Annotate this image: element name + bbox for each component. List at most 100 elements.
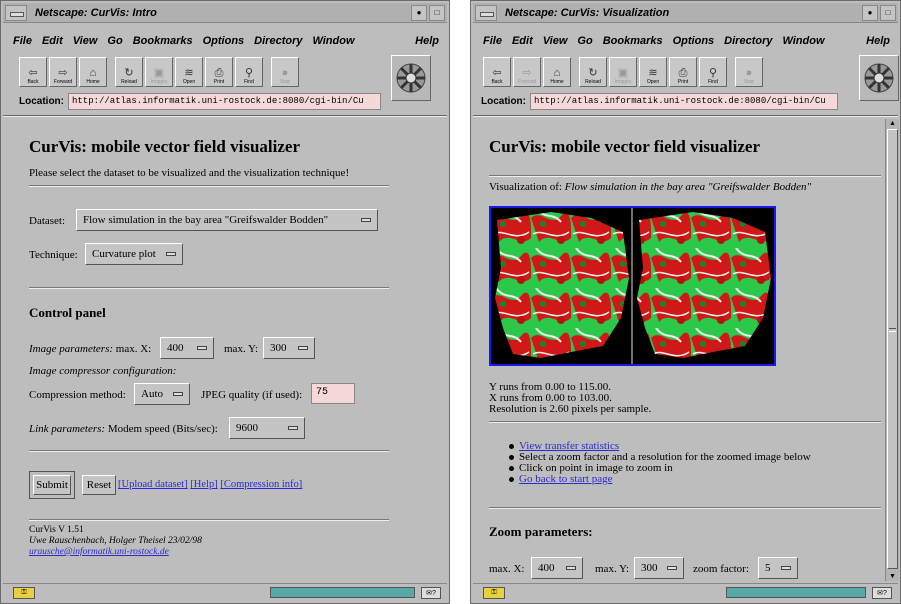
resolution-text: Resolution is 2.60 pixels per sample. [489, 403, 652, 415]
images-button[interactable]: ▣ Images [145, 57, 173, 87]
window-menu-button[interactable] [5, 4, 27, 21]
security-key-icon[interactable]: ⚿ [483, 586, 505, 599]
netscape-logo[interactable] [391, 55, 431, 101]
find-label: Find [708, 79, 718, 85]
home-button[interactable]: ⌂ Home [79, 57, 107, 87]
stop-button[interactable]: ● Stop [271, 57, 299, 87]
home-icon: ⌂ [553, 67, 561, 79]
reload-icon: ↻ [588, 67, 598, 79]
browser-window-visualization: Netscape: CurVis: Visualization ● □ File… [470, 0, 901, 604]
print-button[interactable]: ⎙ Print [669, 57, 697, 87]
title-bar[interactable]: Netscape: CurVis: Visualization ● □ [473, 3, 898, 23]
forward-button[interactable]: ⇨ Forward [49, 57, 77, 87]
maxx-select[interactable]: 400 [160, 337, 214, 359]
control-panel-heading: Control panel [29, 305, 106, 320]
images-button[interactable]: ▣ Images [609, 57, 637, 87]
compression-info-link[interactable]: [Compression info] [220, 479, 302, 490]
netscape-logo[interactable] [859, 55, 899, 101]
minimize-button[interactable]: ● [411, 4, 427, 21]
menu-view[interactable]: View [73, 35, 98, 47]
vertical-scrollbar[interactable]: ▲ ▼ [885, 119, 899, 581]
home-button[interactable]: ⌂ Home [543, 57, 571, 87]
maximize-button[interactable]: □ [880, 4, 896, 21]
security-key-icon[interactable]: ⚿ [13, 586, 35, 599]
find-button[interactable]: ⚲ Find [235, 57, 263, 87]
menu-directory[interactable]: Directory [724, 35, 772, 47]
print-button[interactable]: ⎙ Print [205, 57, 233, 87]
find-label: Find [244, 79, 254, 85]
menu-go[interactable]: Go [577, 35, 592, 47]
open-button[interactable]: ≋ Open [639, 57, 667, 87]
menu-file[interactable]: File [483, 35, 502, 47]
dataset-select[interactable]: Flow simulation in the bay area "Greifsw… [76, 209, 378, 231]
window-menu-button[interactable] [475, 4, 497, 21]
menu-options[interactable]: Options [203, 35, 245, 47]
maximize-button[interactable]: □ [429, 4, 445, 21]
zoom-maxy-select[interactable]: 300 [634, 557, 684, 579]
modem-speed-select[interactable]: 9600 [229, 417, 305, 439]
reload-button[interactable]: ↻ Reload [115, 57, 143, 87]
zoom-maxx-label: max. X: [489, 563, 525, 575]
menu-options[interactable]: Options [673, 35, 715, 47]
list-item: Go back to start page [509, 474, 811, 485]
find-button[interactable]: ⚲ Find [699, 57, 727, 87]
maxy-select[interactable]: 300 [263, 337, 315, 359]
minimize-button[interactable]: ● [862, 4, 878, 21]
image-params-label: Image parameters: [29, 343, 114, 355]
print-icon: ⎙ [678, 67, 688, 79]
menu-window[interactable]: Window [312, 35, 354, 47]
menu-directory[interactable]: Directory [254, 35, 302, 47]
forward-button[interactable]: ⇨ Forward [513, 57, 541, 87]
open-label: Open [646, 79, 660, 85]
back-button[interactable]: ⇦ Back [19, 57, 47, 87]
viz-of-value: Flow simulation in the bay area "Greifsw… [564, 181, 812, 193]
back-arrow-icon: ⇦ [492, 67, 502, 79]
menu-go[interactable]: Go [107, 35, 122, 47]
option-menu-icon [166, 252, 176, 256]
scroll-down-icon[interactable]: ▼ [887, 572, 898, 581]
zoom-factor-select[interactable]: 5 [758, 557, 798, 579]
forward-arrow-icon: ⇨ [58, 67, 68, 79]
menu-file[interactable]: File [13, 35, 32, 47]
help-link[interactable]: [Help] [190, 479, 217, 490]
home-icon: ⌂ [89, 67, 97, 79]
footer-version: CurVis V 1.51 [29, 525, 84, 535]
zoom-factor-label: zoom factor: [693, 563, 749, 575]
open-button[interactable]: ≋ Open [175, 57, 203, 87]
technique-select[interactable]: Curvature plot [85, 243, 183, 265]
menu-view[interactable]: View [543, 35, 568, 47]
scroll-thumb[interactable] [887, 129, 898, 569]
menu-edit[interactable]: Edit [512, 35, 533, 47]
scroll-up-icon[interactable]: ▲ [887, 119, 898, 128]
compression-select[interactable]: Auto [134, 383, 190, 405]
zoom-maxy-value: 300 [641, 562, 658, 574]
back-button[interactable]: ⇦ Back [483, 57, 511, 87]
title-bar[interactable]: Netscape: CurVis: Intro ● □ [3, 3, 447, 23]
find-icon: ⚲ [708, 67, 718, 79]
zoom-maxx-select[interactable]: 400 [531, 557, 583, 579]
menu-edit[interactable]: Edit [42, 35, 63, 47]
menu-help[interactable]: Help [866, 35, 890, 47]
mail-icon[interactable]: ✉? [872, 586, 892, 599]
option-menu-icon [667, 566, 677, 570]
reset-button[interactable]: Reset [82, 475, 116, 495]
mail-icon[interactable]: ✉? [421, 586, 441, 599]
location-input[interactable]: http://atlas.informatik.uni-rostock.de:8… [68, 93, 381, 110]
menu-bookmarks[interactable]: Bookmarks [133, 35, 193, 47]
technique-label: Technique: [29, 249, 78, 261]
submit-button[interactable]: Submit [33, 475, 71, 495]
back-to-start-link[interactable]: Go back to start page [519, 473, 612, 485]
reload-button[interactable]: ↻ Reload [579, 57, 607, 87]
menu-bookmarks[interactable]: Bookmarks [603, 35, 663, 47]
option-menu-icon [781, 566, 791, 570]
open-icon: ≋ [184, 67, 194, 79]
menu-help[interactable]: Help [415, 35, 439, 47]
jpeg-quality-input[interactable]: 75 [311, 383, 355, 404]
menu-window[interactable]: Window [782, 35, 824, 47]
curvature-plot-image[interactable] [489, 206, 776, 366]
footer-email-link[interactable]: urausche@informatik.uni-rostock.de [29, 547, 169, 557]
location-input[interactable]: http://atlas.informatik.uni-rostock.de:8… [530, 93, 838, 110]
upload-dataset-link[interactable]: [Upload dataset] [118, 479, 188, 490]
stop-button[interactable]: ● Stop [735, 57, 763, 87]
forward-label: Forward [517, 79, 537, 85]
